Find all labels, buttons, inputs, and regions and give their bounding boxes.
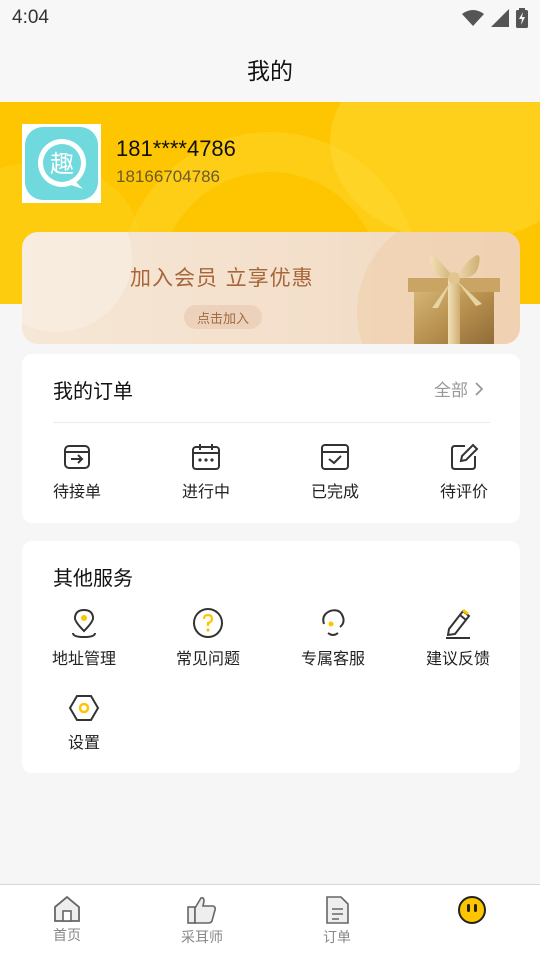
nav-label: 采耳师 xyxy=(181,930,223,946)
see-all-label: 全部 xyxy=(434,381,468,401)
divider xyxy=(53,422,490,423)
join-vip-button[interactable]: 点击加入 xyxy=(184,305,262,329)
status-bar: 4:04 xyxy=(0,0,540,36)
service-item-label: 建议反馈 xyxy=(425,649,490,668)
see-all-orders-link[interactable]: 全部 xyxy=(434,376,484,401)
status-icons xyxy=(462,8,528,28)
vip-title: 加入会员 立享优惠 xyxy=(130,266,314,290)
user-phone: 18166704786 xyxy=(116,167,221,186)
avatar[interactable]: 趣 xyxy=(22,124,101,203)
profile-face-icon xyxy=(458,896,486,924)
order-item-label: 待接单 xyxy=(52,482,101,501)
page-title: 我的 xyxy=(247,58,293,84)
pencil-icon xyxy=(446,609,471,639)
orders-title: 我的订单 xyxy=(53,379,133,403)
gift-box-icon xyxy=(408,255,500,344)
chevron-right-icon xyxy=(475,381,484,396)
services-card: 其他服务 地址管理 常见问题 专属客服 建议反馈 设置 xyxy=(22,541,520,773)
edit-icon xyxy=(451,443,479,470)
nav-ear-cleaners[interactable]: 采耳师 xyxy=(152,895,252,947)
order-completed-button[interactable]: 已完成 xyxy=(280,442,390,502)
order-pending-button[interactable]: 待接单 xyxy=(22,442,132,502)
order-item-label: 进行中 xyxy=(181,482,230,501)
vip-banner[interactable]: 加入会员 立享优惠 点击加入 xyxy=(22,232,520,344)
nav-label: 首页 xyxy=(53,928,81,944)
status-time: 4:04 xyxy=(12,7,49,28)
user-name: 181****4786 xyxy=(116,136,236,161)
home-icon xyxy=(54,895,80,922)
order-to-review-button[interactable]: 待评价 xyxy=(409,442,519,502)
svg-text:趣: 趣 xyxy=(50,150,74,178)
check-calendar-icon xyxy=(321,444,349,470)
nav-label: 订单 xyxy=(323,930,351,946)
service-item-label: 设置 xyxy=(67,733,100,752)
nav-profile[interactable] xyxy=(422,895,522,927)
signal-icon xyxy=(491,9,509,27)
settings-button[interactable]: 设置 xyxy=(29,693,139,753)
settings-hexagon-icon xyxy=(68,695,100,721)
feedback-button[interactable]: 建议反馈 xyxy=(403,607,513,669)
calendar-icon xyxy=(192,444,220,470)
order-in-progress-button[interactable]: 进行中 xyxy=(151,442,261,502)
order-item-label: 待评价 xyxy=(439,482,488,501)
service-item-label: 专属客服 xyxy=(300,649,365,668)
wifi-icon xyxy=(462,10,484,26)
battery-charging-icon xyxy=(516,8,528,28)
faq-button[interactable]: 常见问题 xyxy=(153,607,263,669)
service-item-label: 地址管理 xyxy=(51,649,116,668)
service-item-label: 常见问题 xyxy=(175,649,240,668)
thumbs-up-icon xyxy=(187,897,217,924)
customer-service-button[interactable]: 专属客服 xyxy=(278,607,388,669)
address-management-button[interactable]: 地址管理 xyxy=(29,607,139,669)
order-item-label: 已完成 xyxy=(310,482,359,501)
services-title: 其他服务 xyxy=(53,566,133,590)
nav-orders[interactable]: 订单 xyxy=(287,895,387,947)
app-logo: 趣 xyxy=(25,127,98,200)
orders-card: 我的订单 全部 待接单 进行中 已完成 待评价 xyxy=(22,354,520,523)
headset-icon xyxy=(322,609,345,636)
question-icon xyxy=(193,608,223,638)
inbox-arrow-icon xyxy=(64,445,90,469)
document-icon xyxy=(326,896,349,924)
logo-icon: 趣 xyxy=(37,138,86,189)
title-bar: 我的 xyxy=(0,36,540,102)
nav-home[interactable]: 首页 xyxy=(17,895,117,945)
location-pin-icon xyxy=(72,608,96,639)
bottom-nav: 首页 采耳师 订单 xyxy=(0,884,540,960)
